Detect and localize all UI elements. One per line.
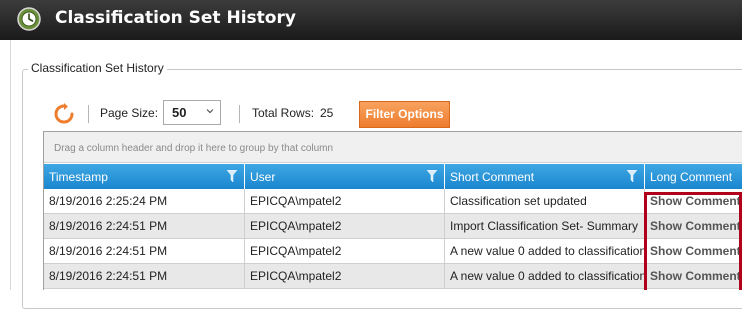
cell-long-comment: Show Comment (645, 264, 742, 288)
toolbar-separator (88, 105, 89, 123)
toolbar-separator (239, 105, 240, 123)
page-size-select[interactable]: 50 (163, 100, 221, 125)
column-header-short-comment[interactable]: Short Comment (445, 164, 645, 189)
table-row[interactable]: 8/19/2016 2:24:51 PM EPICQA\mpatel2 A ne… (44, 239, 742, 264)
cell-short-comment: A new value 0 added to classification (445, 239, 645, 263)
cell-user: EPICQA\mpatel2 (245, 239, 445, 263)
left-divider (10, 40, 11, 290)
page-size-value: 50 (172, 105, 187, 120)
history-grid: Drag a column header and drop it here to… (43, 131, 742, 290)
filter-icon[interactable] (227, 170, 237, 182)
chevron-down-icon (206, 109, 214, 114)
show-comment-link[interactable]: Show Comment (650, 194, 741, 208)
column-header-user[interactable]: User (245, 164, 445, 189)
cell-long-comment: Show Comment (645, 239, 742, 263)
cell-short-comment: Import Classification Set- Summary (445, 214, 645, 238)
cell-user: EPICQA\mpatel2 (245, 264, 445, 288)
page-size-label: Page Size: (100, 106, 159, 120)
filter-options-button[interactable]: Filter Options (359, 101, 450, 128)
total-rows-value: 25 (320, 106, 334, 120)
cell-long-comment: Show Comment (645, 189, 742, 213)
refresh-icon[interactable] (53, 103, 75, 125)
column-header-label: Timestamp (49, 170, 108, 184)
show-comment-link[interactable]: Show Comment (650, 219, 741, 233)
total-rows-label: Total Rows: (252, 106, 315, 120)
cell-short-comment: Classification set updated (445, 189, 645, 213)
filter-icon[interactable] (427, 170, 437, 182)
cell-timestamp: 8/19/2016 2:24:51 PM (44, 239, 245, 263)
window-title: Classification Set History (55, 8, 296, 28)
cell-timestamp: 8/19/2016 2:24:51 PM (44, 264, 245, 288)
show-comment-link[interactable]: Show Comment (650, 269, 741, 283)
cell-user: EPICQA\mpatel2 (245, 189, 445, 213)
column-header-label: User (250, 170, 276, 184)
table-row[interactable]: 8/19/2016 2:24:51 PM EPICQA\mpatel2 Impo… (44, 214, 742, 239)
group-by-hint: Drag a column header and drop it here to… (54, 143, 334, 154)
show-comment-link[interactable]: Show Comment (650, 244, 741, 258)
column-header-long-comment[interactable]: Long Comment (645, 164, 742, 189)
column-header-label: Short Comment (450, 170, 535, 184)
grid-header-row: Timestamp User Short Comment Long Commen… (44, 164, 742, 189)
group-legend: Classification Set History (28, 61, 167, 75)
title-bar: Classification Set History (0, 0, 742, 40)
cell-timestamp: 8/19/2016 2:25:24 PM (44, 189, 245, 213)
column-header-label: Long Comment (650, 170, 733, 184)
grid-toolbar: Page Size: 50 Total Rows: 25 Filter Opti… (50, 99, 740, 129)
filter-icon[interactable] (627, 170, 637, 182)
group-by-panel[interactable]: Drag a column header and drop it here to… (44, 132, 742, 163)
cell-timestamp: 8/19/2016 2:24:51 PM (44, 214, 245, 238)
table-row[interactable]: 8/19/2016 2:25:24 PM EPICQA\mpatel2 Clas… (44, 189, 742, 214)
column-header-timestamp[interactable]: Timestamp (44, 164, 245, 189)
app-logo-icon (17, 7, 41, 31)
cell-user: EPICQA\mpatel2 (245, 214, 445, 238)
cell-short-comment: A new value 0 added to classification (445, 264, 645, 288)
cell-long-comment: Show Comment (645, 214, 742, 238)
table-row[interactable]: 8/19/2016 2:24:51 PM EPICQA\mpatel2 A ne… (44, 264, 742, 289)
